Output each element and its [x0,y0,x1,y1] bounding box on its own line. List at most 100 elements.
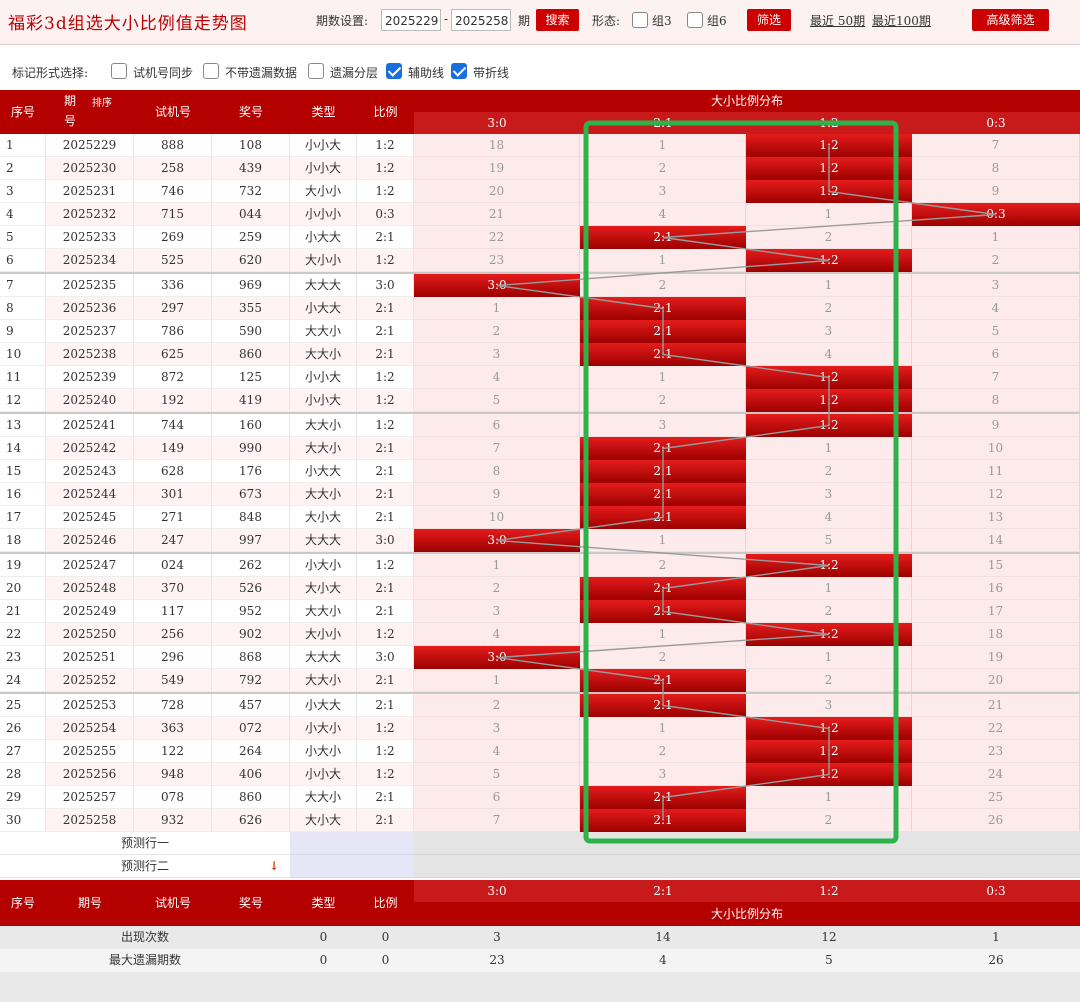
row-ratio: 1:2 [357,554,414,577]
dist-miss-cell: 2 [414,320,580,343]
row-ratio: 1:2 [357,134,414,157]
row-type: 小大大 [290,226,357,249]
mark-option-checkbox-4[interactable] [386,63,402,79]
dist-hit-cell: 2:1 [580,809,746,832]
row-trial: 296 [134,646,212,669]
recent-50-link[interactable]: 最近 50期 [810,12,865,29]
dist-hit-cell: 2:1 [580,343,746,366]
header-seq: 序号 [0,90,46,134]
dist-hit-cell: 2:1 [580,600,746,623]
row-ratio: 2:1 [357,483,414,506]
dist-miss-cell: 23 [912,740,1080,763]
dist-hit-cell: 2:1 [580,460,746,483]
row-trial: 370 [134,577,212,600]
dist-miss-cell: 6 [414,414,580,437]
dist-hit-cell: 2:1 [580,320,746,343]
predict-row-input[interactable] [290,855,414,878]
dist-miss-cell: 7 [414,809,580,832]
mark-option-label-1: 试机号同步 [133,66,194,80]
row-prize: 626 [212,809,290,832]
dist-hit-cell: 1:2 [746,249,912,272]
dist-miss-cell: 10 [414,506,580,529]
end-issue-input[interactable]: 2025258 [451,9,511,31]
footer-seq: 序号 [0,880,46,926]
stats-type: 0 [290,926,357,949]
row-prize: 868 [212,646,290,669]
mark-option-checkbox-5[interactable] [451,63,467,79]
stats-ratio: 0 [357,949,414,972]
row-type: 大小大 [290,809,357,832]
zu3-checkbox[interactable] [632,12,648,28]
dist-miss-cell: 1 [746,577,912,600]
dist-miss-cell: 1 [580,366,746,389]
dist-miss-cell: 2 [414,577,580,600]
sort-button[interactable]: 排序 [92,98,112,110]
dist-miss-cell: 1 [912,226,1080,249]
header-dist: 大小比例分布 [414,90,1080,112]
row-issue: 2025245 [46,506,134,529]
predict-row-input[interactable] [290,832,414,855]
dist-miss-cell: 2 [580,389,746,412]
row-type: 小大小 [290,740,357,763]
dist-hit-cell: 2:1 [580,226,746,249]
dist-miss-cell: 19 [414,157,580,180]
header-dist-col: 1:2 [746,112,912,134]
advanced-filter-button[interactable]: 高级筛选 [972,9,1049,31]
row-seq: 16 [0,483,46,506]
dist-hit-cell: 1:2 [746,157,912,180]
row-seq: 15 [0,460,46,483]
dist-hit-cell: 3:0 [414,274,580,297]
dist-miss-cell: 18 [414,134,580,157]
row-issue: 2025252 [46,669,134,692]
dist-hit-cell: 2:1 [580,437,746,460]
row-prize: 262 [212,554,290,577]
dist-miss-cell: 12 [912,483,1080,506]
mark-option-checkbox-3[interactable] [308,63,324,79]
header-issue-top: 期 [64,94,77,108]
dist-miss-cell: 3 [912,274,1080,297]
dist-miss-cell: 4 [580,203,746,226]
row-type: 大小小 [290,180,357,203]
row-ratio: 1:2 [357,389,414,412]
row-ratio: 1:2 [357,249,414,272]
row-type: 小小小 [290,203,357,226]
dist-miss-cell: 26 [912,809,1080,832]
range-dash: - [444,12,449,26]
footer-type: 类型 [290,880,357,926]
row-issue: 2025246 [46,529,134,552]
row-trial: 122 [134,740,212,763]
dist-miss-cell: 4 [414,623,580,646]
row-ratio: 1:2 [357,740,414,763]
row-seq: 13 [0,414,46,437]
footer-prize: 奖号 [212,880,290,926]
mark-option-checkbox-2[interactable] [203,63,219,79]
header-dist-col: 0:3 [912,112,1080,134]
recent-100-link[interactable]: 最近100期 [872,12,931,29]
row-trial: 078 [134,786,212,809]
row-ratio: 1:2 [357,414,414,437]
start-issue-input[interactable]: 2025229 [381,9,441,31]
dist-miss-cell: 17 [912,600,1080,623]
row-prize: 125 [212,366,290,389]
dist-miss-cell: 9 [414,483,580,506]
dist-miss-cell: 4 [414,740,580,763]
dist-miss-cell: 3 [746,320,912,343]
row-trial: 336 [134,274,212,297]
filter-button[interactable]: 筛选 [747,9,791,31]
dist-miss-cell: 1 [746,437,912,460]
dist-miss-cell: 25 [912,786,1080,809]
header-issue: 期号 排序 [46,90,134,134]
dist-miss-cell: 5 [746,529,912,552]
row-issue: 2025242 [46,437,134,460]
header-prize: 奖号 [212,90,290,134]
mark-option-checkbox-1[interactable] [111,63,127,79]
row-seq: 1 [0,134,46,157]
row-seq: 28 [0,763,46,786]
search-button[interactable]: 搜索 [536,9,579,31]
expand-arrow-icon[interactable]: ↓ [268,855,280,878]
zu6-checkbox[interactable] [687,12,703,28]
dist-miss-cell: 4 [746,506,912,529]
dist-miss-cell: 2 [746,809,912,832]
header-ratio: 比例 [357,90,414,134]
group-separator [0,272,1080,274]
